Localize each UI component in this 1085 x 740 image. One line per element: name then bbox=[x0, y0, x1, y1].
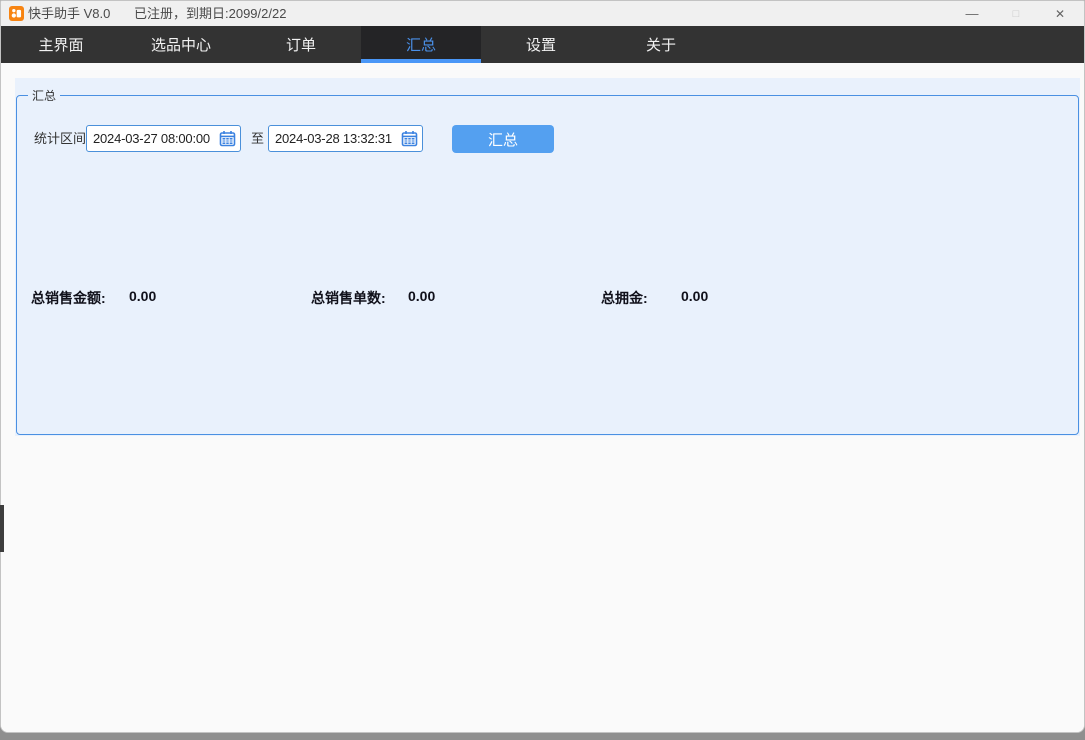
tab-orders[interactable]: 订单 bbox=[241, 26, 361, 63]
tab-bar: 主界面 选品中心 订单 汇总 设置 关于 bbox=[1, 26, 1084, 63]
app-title: 快手助手 V8.0 bbox=[28, 6, 111, 21]
tab-label: 关于 bbox=[645, 37, 676, 54]
tab-main-interface[interactable]: 主界面 bbox=[1, 26, 121, 63]
total-sales-amount-label: 总销售金额: bbox=[31, 290, 106, 306]
summary-panel-legend: 汇总 bbox=[28, 87, 61, 104]
date-range-row: 统计区间: 至 bbox=[15, 125, 1080, 153]
end-datetime-field[interactable] bbox=[268, 125, 423, 152]
start-datetime-field[interactable] bbox=[86, 125, 241, 152]
calendar-icon[interactable] bbox=[219, 130, 236, 147]
tab-product-selection-center[interactable]: 选品中心 bbox=[121, 26, 241, 63]
total-order-count-label: 总销售单数: bbox=[311, 290, 386, 306]
total-order-count-value: 0.00 bbox=[408, 288, 436, 304]
close-button[interactable]: ✕ bbox=[1038, 1, 1082, 26]
to-label: 至 bbox=[251, 131, 265, 146]
kuaishou-app-icon bbox=[9, 6, 24, 21]
tab-summary[interactable]: 汇总 bbox=[361, 26, 481, 63]
maximize-button[interactable]: □ bbox=[994, 1, 1038, 26]
app-window: 快手助手 V8.0 已注册，到期日:2099/2/22 — □ ✕ 主界面 选品… bbox=[0, 0, 1085, 733]
title-bar: 快手助手 V8.0 已注册，到期日:2099/2/22 — □ ✕ bbox=[1, 1, 1084, 26]
left-edge-notch bbox=[0, 505, 4, 552]
total-commission-value: 0.00 bbox=[681, 288, 709, 304]
tab-about[interactable]: 关于 bbox=[601, 26, 721, 63]
end-datetime-input[interactable] bbox=[275, 131, 399, 146]
tab-label: 设置 bbox=[525, 37, 556, 54]
total-commission-label: 总拥金: bbox=[601, 290, 648, 306]
tab-label: 汇总 bbox=[405, 37, 436, 54]
totals-row: 总销售金额: 0.00 总销售单数: 0.00 总拥金: 0.00 bbox=[15, 288, 1080, 306]
range-label: 统计区间: bbox=[34, 131, 90, 146]
total-sales-amount-value: 0.00 bbox=[129, 288, 157, 304]
tab-label: 主界面 bbox=[38, 37, 84, 54]
window-controls: — □ ✕ bbox=[950, 1, 1082, 26]
summarize-button[interactable]: 汇总 bbox=[452, 125, 554, 153]
summary-panel: 汇总 统计区间: 2024-03-27 08:00:00 至 2024-03-2… bbox=[15, 78, 1080, 436]
content-area: 汇总 统计区间: 2024-03-27 08:00:00 至 2024-03-2… bbox=[1, 63, 1084, 732]
tab-label: 选品中心 bbox=[150, 37, 211, 54]
calendar-icon[interactable] bbox=[401, 130, 418, 147]
start-datetime-input[interactable] bbox=[93, 131, 217, 146]
tab-label: 订单 bbox=[285, 37, 316, 54]
video-camera-icon bbox=[11, 9, 22, 18]
minimize-button[interactable]: — bbox=[950, 1, 994, 26]
registration-status: 已注册，到期日:2099/2/22 bbox=[134, 6, 287, 21]
tab-settings[interactable]: 设置 bbox=[481, 26, 601, 63]
